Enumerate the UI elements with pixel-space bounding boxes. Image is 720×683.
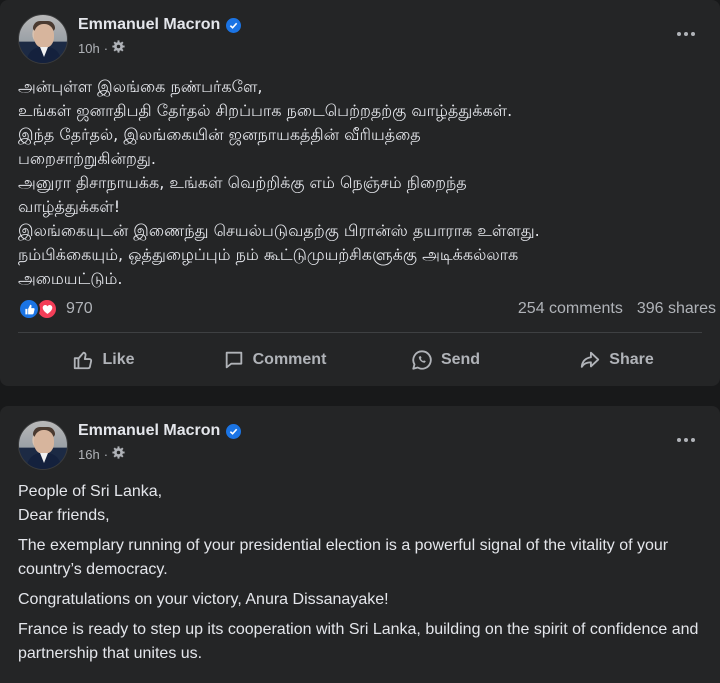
divider xyxy=(18,332,702,333)
post-body: அன்புள்ள இலங்கை நண்பர்களே, உங்கள் ஜனாதிப… xyxy=(18,75,708,291)
post-line: Dear friends, xyxy=(18,507,110,524)
post-line: People of Sri Lanka, xyxy=(18,483,163,500)
like-reaction-icon xyxy=(18,298,40,320)
send-label: Send xyxy=(440,351,481,368)
shares-count[interactable]: 396 shares xyxy=(637,300,716,318)
gear-icon xyxy=(112,40,125,56)
verified-badge-icon xyxy=(226,17,242,33)
post-paragraph: Congratulations on your victory, Anura D… xyxy=(18,591,389,608)
post-line: வாழ்த்துக்கள்! xyxy=(18,197,121,216)
send-button[interactable]: Send xyxy=(360,338,531,382)
comment-bubble-icon xyxy=(223,349,245,371)
more-options-icon[interactable] xyxy=(670,424,702,456)
post-header: Emmanuel Macron 16h · xyxy=(18,420,702,472)
post-line: அமையட்டும். xyxy=(18,269,123,288)
post-line: அன்புள்ள இலங்கை நண்பர்களே, xyxy=(18,77,263,96)
author-name[interactable]: Emmanuel Macron xyxy=(78,16,220,34)
post-header: Emmanuel Macron 10h · xyxy=(18,14,702,66)
author-row: Emmanuel Macron xyxy=(78,16,242,34)
reaction-count: 970 xyxy=(66,300,93,317)
post-card: Emmanuel Macron 10h · அன்புள்ள இலங்கை நண… xyxy=(0,0,720,386)
post-meta: 10h · xyxy=(78,40,125,56)
post-body: People of Sri Lanka, Dear friends, The e… xyxy=(18,480,708,672)
post-time[interactable]: 16h xyxy=(78,447,100,462)
comment-label: Comment xyxy=(252,351,327,368)
comments-count[interactable]: 254 comments xyxy=(518,300,623,318)
post-line: இந்த தேர்தல், இலங்கையின் ஜனநாயகத்தின் வீ… xyxy=(18,125,421,144)
post-actions: Like Comment Send Share xyxy=(18,338,702,382)
reactions-summary[interactable]: 970 xyxy=(18,298,93,320)
like-button[interactable]: Like xyxy=(18,338,189,382)
author-name[interactable]: Emmanuel Macron xyxy=(78,422,220,440)
post-paragraph: France is ready to step up its cooperati… xyxy=(18,621,699,662)
avatar[interactable] xyxy=(18,420,68,470)
thumbs-up-icon xyxy=(72,349,94,371)
like-label: Like xyxy=(102,351,135,368)
whatsapp-send-icon xyxy=(411,349,433,371)
share-button[interactable]: Share xyxy=(531,338,702,382)
post-stats: 254 comments 396 shares xyxy=(518,300,716,318)
verified-badge-icon xyxy=(226,423,242,439)
more-options-icon[interactable] xyxy=(670,18,702,50)
post-line: இலங்கையுடன் இணைந்து செயல்படுவதற்கு பிரான… xyxy=(18,221,540,240)
post-line: நம்பிக்கையும், ஒத்துழைப்பும் நம் கூட்டும… xyxy=(18,245,519,264)
author-row: Emmanuel Macron xyxy=(78,422,242,440)
share-arrow-icon xyxy=(579,349,601,371)
gear-icon xyxy=(112,446,125,462)
post-line: பறைசாற்றுகின்றது. xyxy=(18,149,156,168)
post-meta: 16h · xyxy=(78,446,125,462)
post-time[interactable]: 10h xyxy=(78,41,100,56)
post-paragraph: The exemplary running of your presidenti… xyxy=(18,537,669,578)
post-line: அனுரா திசாநாயக்க, உங்கள் வெற்றிக்கு எம் … xyxy=(18,173,467,192)
post-line: உங்கள் ஜனாதிபதி தேர்தல் சிறப்பாக நடைபெற்… xyxy=(18,101,513,120)
avatar[interactable] xyxy=(18,14,68,64)
comment-button[interactable]: Comment xyxy=(189,338,360,382)
share-label: Share xyxy=(609,351,654,368)
